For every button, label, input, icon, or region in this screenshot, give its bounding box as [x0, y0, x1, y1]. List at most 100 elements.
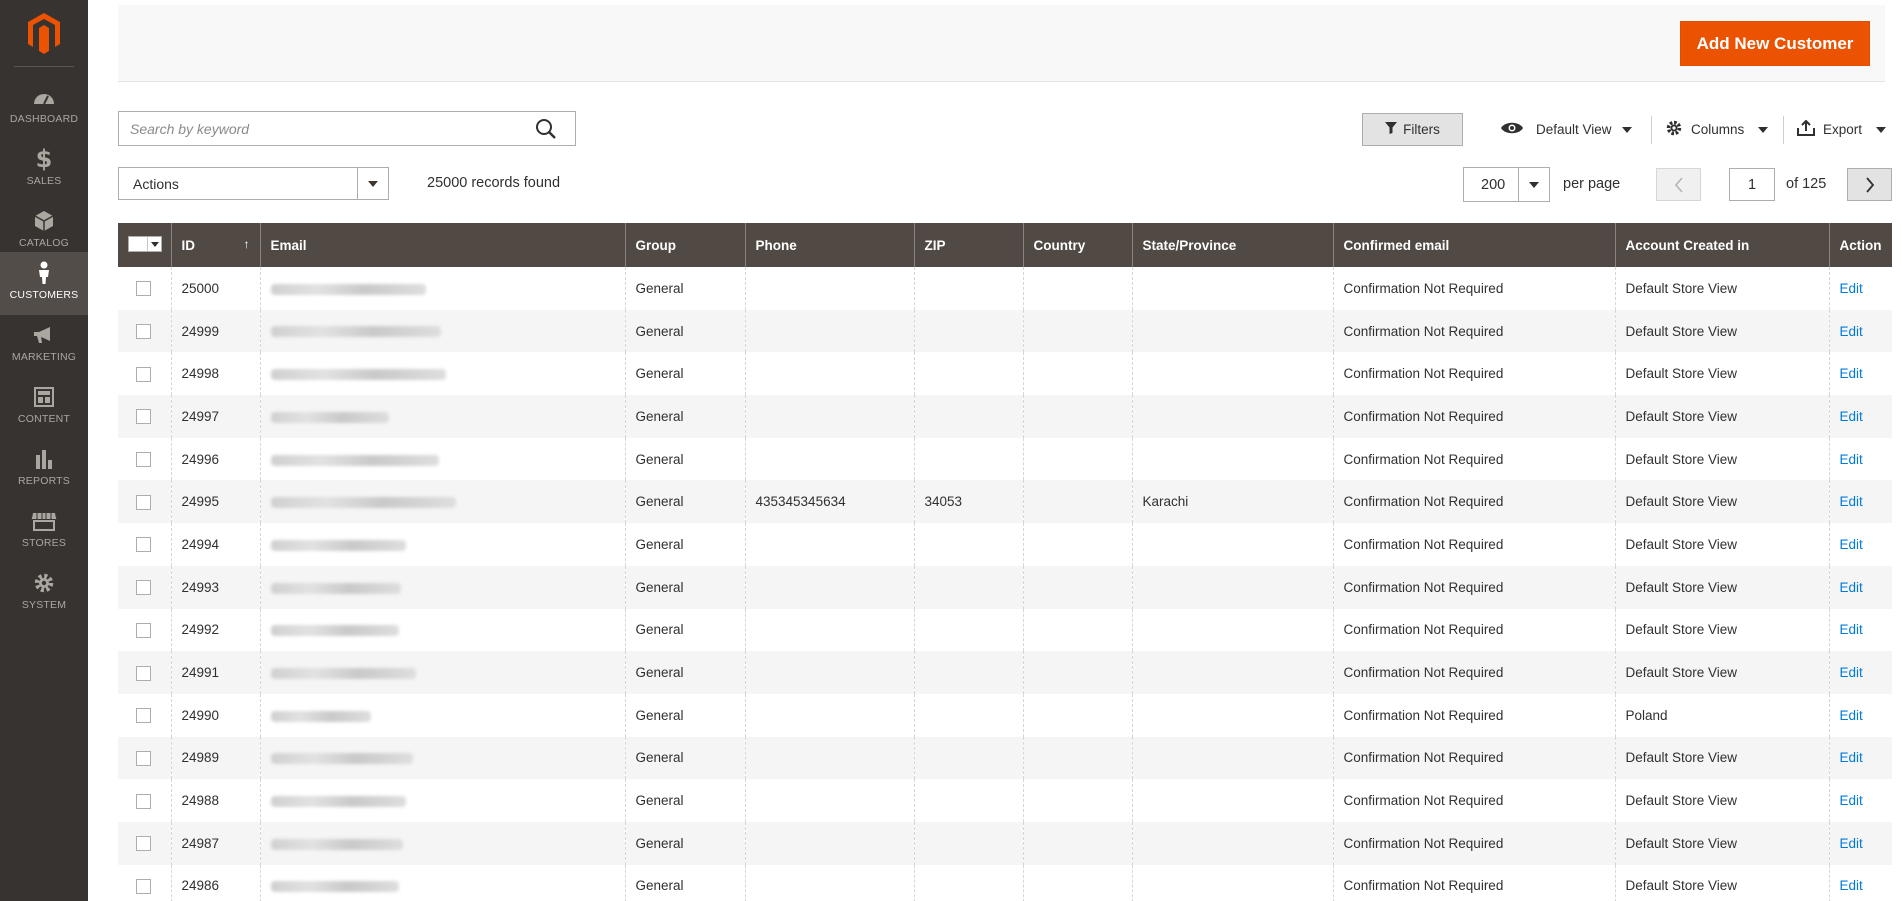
columns-control[interactable]: Columns [1665, 113, 1769, 146]
filters-button[interactable]: Filters [1362, 113, 1463, 146]
table-row[interactable]: 24986 General Confirmation Not Required Def… [118, 864, 1892, 901]
row-checkbox[interactable] [136, 494, 151, 510]
edit-link[interactable]: Edit [1840, 708, 1863, 723]
edit-link[interactable]: Edit [1840, 665, 1863, 680]
edit-link[interactable]: Edit [1840, 878, 1863, 893]
table-row[interactable]: 24991 General Confirmation Not Required Def… [118, 651, 1892, 694]
sidebar-item-customers[interactable]: CUSTOMERS [0, 252, 88, 315]
table-row[interactable]: 24993 General Confirmation Not Required Def… [118, 565, 1892, 609]
export-label: Export [1823, 122, 1863, 137]
records-found: 25000 records found [427, 175, 561, 191]
row-checkbox[interactable] [136, 708, 151, 724]
chevron-down-icon [1518, 168, 1549, 201]
cell-phone [745, 565, 915, 609]
cell-state [1132, 352, 1334, 396]
cell-phone [745, 864, 915, 901]
table-row[interactable]: 24996 General Confirmation Not Required Def… [118, 437, 1892, 481]
sidebar-item-system[interactable]: SYSTEM [0, 562, 88, 624]
column-header-confirmed-email[interactable]: Confirmed email [1333, 223, 1616, 267]
row-select-cell [118, 565, 172, 609]
column-header-id[interactable]: ID ↑ [171, 223, 261, 267]
redacted-email [270, 411, 389, 423]
sidebar-item-stores[interactable]: STORES [0, 500, 88, 562]
column-header-account-created-in[interactable]: Account Created in [1615, 223, 1830, 267]
edit-link[interactable]: Edit [1840, 580, 1863, 595]
mass-select-checkbox[interactable] [128, 236, 162, 252]
row-checkbox[interactable] [136, 665, 151, 681]
next-page-button[interactable] [1847, 168, 1892, 201]
cell-id: 24993 [171, 565, 261, 609]
sidebar-item-label: STORES [21, 537, 67, 549]
column-header-state[interactable]: State/Province [1132, 223, 1334, 267]
edit-link[interactable]: Edit [1840, 793, 1863, 808]
table-row[interactable]: 24998 General Confirmation Not Required Def… [118, 352, 1892, 396]
cell-email [260, 821, 626, 865]
edit-link[interactable]: Edit [1840, 281, 1863, 296]
sidebar-item-content[interactable]: CONTENT [0, 376, 88, 438]
edit-link[interactable]: Edit [1840, 537, 1863, 552]
table-row[interactable]: 24999 General Confirmation Not Required Def… [118, 309, 1892, 353]
table-row[interactable]: 24997 General Confirmation Not Required Def… [118, 395, 1892, 438]
cell-country [1023, 437, 1133, 481]
sidebar-item-reports[interactable]: REPORTS [0, 438, 88, 500]
table-row[interactable]: 25000 General Confirmation Not Required Def… [118, 267, 1892, 310]
column-header-zip[interactable]: ZIP [914, 223, 1024, 267]
table-row[interactable]: 24995 General 435345345634 34053 Karachi Conf… [118, 480, 1892, 524]
mass-actions-dropdown[interactable]: Actions [118, 167, 389, 200]
row-checkbox[interactable] [136, 580, 151, 596]
edit-link[interactable]: Edit [1840, 622, 1863, 637]
column-header-country[interactable]: Country [1023, 223, 1133, 267]
edit-link[interactable]: Edit [1840, 324, 1863, 339]
previous-page-button[interactable] [1656, 168, 1701, 201]
edit-link[interactable]: Edit [1840, 750, 1863, 765]
table-row[interactable]: 24994 General Confirmation Not Required Def… [118, 523, 1892, 566]
row-checkbox[interactable] [136, 878, 151, 894]
search-icon[interactable] [535, 118, 557, 145]
row-checkbox[interactable] [136, 281, 151, 297]
column-header-phone[interactable]: Phone [745, 223, 915, 267]
edit-link[interactable]: Edit [1840, 836, 1863, 851]
edit-link[interactable]: Edit [1840, 494, 1863, 509]
search-input[interactable] [119, 112, 519, 145]
row-checkbox[interactable] [136, 452, 151, 468]
sidebar-item-sales[interactable]: $ SALES [0, 138, 88, 200]
row-checkbox[interactable] [136, 409, 151, 425]
table-row[interactable]: 24988 General Confirmation Not Required Def… [118, 779, 1892, 822]
sidebar-item-marketing[interactable]: MARKETING [0, 314, 88, 376]
table-row[interactable]: 24990 General Confirmation Not Required Pol… [118, 693, 1892, 737]
view-switcher[interactable]: Default View [1500, 113, 1632, 146]
export-control[interactable]: Export [1797, 113, 1887, 146]
cell-group: General [625, 480, 746, 524]
cell-account-created-in: Default Store View [1615, 608, 1830, 652]
cell-id: 24996 [171, 437, 261, 481]
sidebar-item-dashboard[interactable]: DASHBOARD [0, 76, 88, 138]
redacted-email [270, 454, 439, 466]
page-number-input[interactable] [1729, 168, 1775, 201]
grid-header-row: ID ↑ Email Group Phone ZIP Country State/… [118, 223, 1892, 267]
row-checkbox[interactable] [136, 836, 151, 852]
row-checkbox[interactable] [136, 622, 151, 638]
row-checkbox[interactable] [136, 793, 151, 809]
cell-account-created-in: Default Store View [1615, 736, 1830, 780]
cell-zip [914, 395, 1024, 438]
row-checkbox[interactable] [136, 366, 151, 382]
table-row[interactable]: 24987 General Confirmation Not Required Def… [118, 821, 1892, 865]
edit-link[interactable]: Edit [1840, 366, 1863, 381]
row-checkbox[interactable] [136, 324, 151, 339]
edit-link[interactable]: Edit [1840, 452, 1863, 467]
column-header-email[interactable]: Email [260, 223, 626, 267]
cell-state [1132, 309, 1334, 353]
cell-id: 24986 [171, 864, 261, 901]
per-page-dropdown[interactable]: 200 [1463, 167, 1550, 202]
table-row[interactable]: 24989 General Confirmation Not Required Def… [118, 736, 1892, 780]
row-checkbox[interactable] [136, 537, 151, 553]
column-header-group[interactable]: Group [625, 223, 746, 267]
table-row[interactable]: 24992 General Confirmation Not Required Def… [118, 608, 1892, 652]
row-checkbox[interactable] [136, 750, 151, 766]
edit-link[interactable]: Edit [1840, 409, 1863, 424]
add-new-customer-button[interactable]: Add New Customer [1680, 21, 1870, 66]
cell-account-created-in: Default Store View [1615, 395, 1830, 438]
cell-zip [914, 437, 1024, 481]
magento-logo[interactable] [0, 0, 88, 66]
cell-account-created-in: Poland [1615, 693, 1830, 737]
